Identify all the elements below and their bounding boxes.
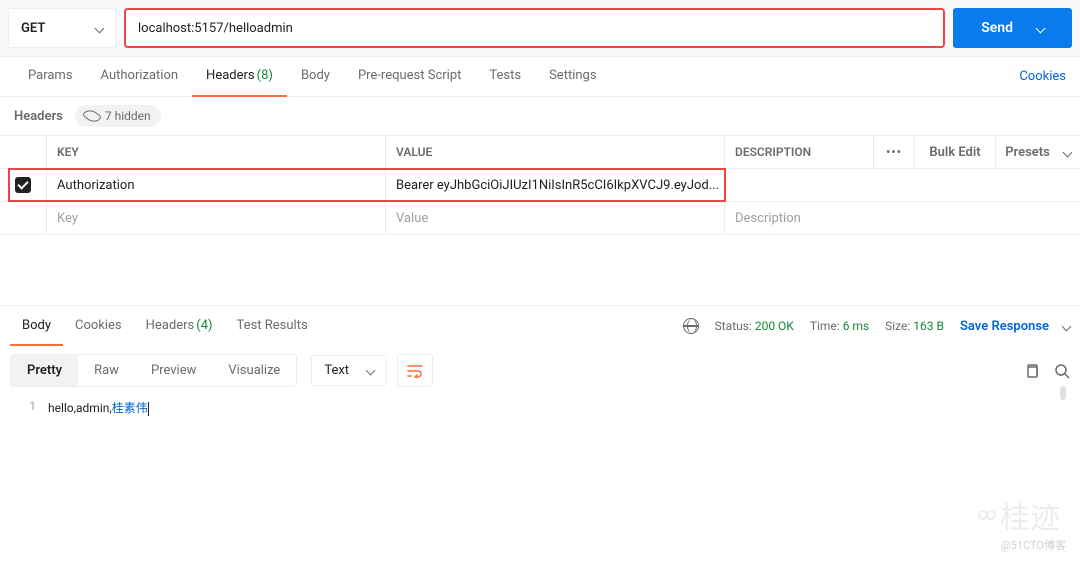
hidden-toggle[interactable]: 7 hidden xyxy=(75,105,161,127)
header-value-placeholder[interactable]: Value xyxy=(386,211,724,226)
row-checkbox[interactable] xyxy=(15,177,31,193)
table-row-new[interactable]: Key Value Description xyxy=(0,202,1080,235)
send-button-label: Send xyxy=(981,20,1013,36)
view-preview-button[interactable]: Preview xyxy=(135,355,212,386)
tab-headers[interactable]: Headers(8) xyxy=(192,57,287,97)
watermark-sub: @51CTO博客 xyxy=(1001,537,1066,553)
http-method-value: GET xyxy=(21,21,88,36)
copy-icon[interactable] xyxy=(1024,363,1040,379)
table-header-row: KEY VALUE DESCRIPTION ••• Bulk Edit Pres… xyxy=(0,136,1080,169)
chevron-down-icon xyxy=(95,23,105,33)
tab-prerequest[interactable]: Pre-request Script xyxy=(344,57,475,97)
chevron-down-icon xyxy=(1036,23,1046,33)
wrap-lines-button[interactable] xyxy=(397,354,433,387)
headers-subhead: Headers 7 hidden xyxy=(0,97,1080,135)
table-row[interactable]: Authorization Bearer eyJhbGciOiJIUzI1NiI… xyxy=(0,169,1080,202)
presets-dropdown[interactable]: Presets xyxy=(996,145,1080,160)
code-line: hello,admin,桂素伟 xyxy=(48,399,1080,416)
eye-icon xyxy=(85,111,99,121)
wrap-icon xyxy=(407,364,423,378)
col-header-key: KEY xyxy=(47,145,385,159)
tab-settings[interactable]: Settings xyxy=(535,57,610,97)
response-panel: Body Cookies Headers(4) Test Results Sta… xyxy=(0,305,1080,420)
header-key-placeholder[interactable]: Key xyxy=(47,211,385,226)
header-value-cell[interactable]: Bearer eyJhbGciOiJIUzI1NiIsInR5cCI6IkpXV… xyxy=(386,178,724,193)
view-mode-buttons: Pretty Raw Preview Visualize xyxy=(10,354,297,387)
tab-tests[interactable]: Tests xyxy=(475,57,535,97)
resp-tab-tests[interactable]: Test Results xyxy=(225,306,320,346)
header-desc-placeholder[interactable]: Description xyxy=(725,211,1080,226)
headers-title: Headers xyxy=(14,109,63,124)
header-key-cell[interactable]: Authorization xyxy=(47,178,385,193)
save-response-button[interactable]: Save Response xyxy=(960,319,1070,334)
view-raw-button[interactable]: Raw xyxy=(78,355,135,386)
response-tabs: Body Cookies Headers(4) Test Results Sta… xyxy=(0,306,1080,346)
col-header-desc: DESCRIPTION xyxy=(725,145,873,159)
response-body[interactable]: 1 hello,admin,桂素伟 xyxy=(0,395,1080,420)
tab-body[interactable]: Body xyxy=(287,57,344,97)
format-select[interactable]: Text xyxy=(311,355,387,386)
send-button[interactable]: Send xyxy=(953,8,1072,48)
watermark: 桂迹 xyxy=(978,493,1060,537)
tab-params[interactable]: Params xyxy=(14,57,87,97)
view-pretty-button[interactable]: Pretty xyxy=(11,355,78,386)
more-actions-button[interactable]: ••• xyxy=(874,145,914,159)
url-input[interactable] xyxy=(138,21,931,36)
chevron-down-icon xyxy=(1062,321,1072,331)
bulk-edit-button[interactable]: Bulk Edit xyxy=(915,145,995,160)
col-header-value: VALUE xyxy=(386,145,724,159)
chevron-down-icon xyxy=(366,366,376,376)
url-input-wrapper xyxy=(124,8,945,48)
cookies-link[interactable]: Cookies xyxy=(1019,69,1066,84)
resp-tab-cookies[interactable]: Cookies xyxy=(63,306,134,346)
scrollbar[interactable] xyxy=(1060,386,1066,400)
chevron-down-icon xyxy=(1062,147,1072,157)
response-meta: Status: 200 OK Time: 6 ms Size: 163 B Sa… xyxy=(683,318,1070,334)
view-visualize-button[interactable]: Visualize xyxy=(212,355,296,386)
search-icon[interactable] xyxy=(1054,363,1070,379)
tab-authorization[interactable]: Authorization xyxy=(87,57,193,97)
http-method-select[interactable]: GET xyxy=(8,8,116,48)
resp-tab-body[interactable]: Body xyxy=(10,306,63,346)
request-tabs: Params Authorization Headers(8) Body Pre… xyxy=(0,57,1080,97)
headers-table: KEY VALUE DESCRIPTION ••• Bulk Edit Pres… xyxy=(0,135,1080,235)
resp-tab-headers[interactable]: Headers(4) xyxy=(134,306,225,346)
response-toolbar: Pretty Raw Preview Visualize Text xyxy=(0,346,1080,395)
globe-icon[interactable] xyxy=(683,318,699,334)
request-bar: GET Send xyxy=(0,0,1080,57)
line-number: 1 xyxy=(0,399,48,416)
